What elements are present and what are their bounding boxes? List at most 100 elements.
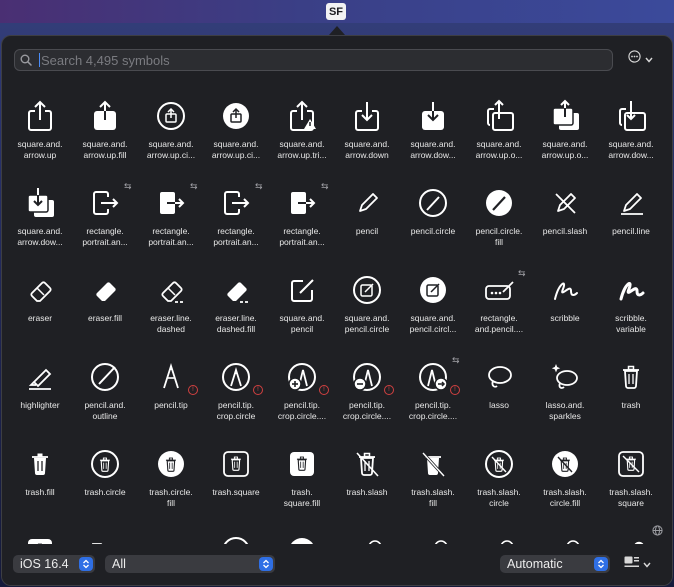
symbol-cell[interactable]: square.and. arrow.up.fill — [72, 92, 138, 172]
folder-circle-fill-icon — [269, 527, 335, 544]
symbol-cell[interactable]: pencil — [334, 179, 400, 259]
search-field[interactable] — [14, 49, 613, 71]
symbol-cell[interactable] — [400, 527, 466, 544]
symbol-cell[interactable]: trash. square.fill — [269, 440, 335, 520]
symbol-label: lasso.and. sparkles — [545, 400, 585, 421]
symbol-cell[interactable]: square.and. arrow.dow... — [7, 179, 73, 259]
more-options-button[interactable] — [622, 49, 658, 69]
symbol-label: square.and. arrow.up.fill — [82, 139, 128, 160]
rendering-mode-select[interactable]: Automatic — [500, 555, 610, 573]
square-and-arrow-down-icon — [334, 92, 400, 138]
symbol-cell[interactable] — [269, 527, 335, 544]
rtl-variant-icon: ⇆ — [255, 181, 263, 191]
symbol-cell[interactable]: trash.slash — [334, 440, 400, 520]
symbol-label: square.and. arrow.up.o... — [475, 139, 523, 160]
rtl-variant-icon: ⇆ — [190, 181, 198, 191]
symbol-cell[interactable] — [138, 527, 204, 544]
symbol-cell[interactable]: square.and. arrow.up.ci... — [138, 92, 204, 172]
symbol-label: square.and. arrow.dow... — [608, 139, 654, 160]
square-and-arrow-down-fill-icon — [400, 92, 466, 138]
symbol-cell[interactable]: pencil.tip! — [138, 353, 204, 433]
trash-circle-fill-icon — [138, 440, 204, 486]
symbol-label: square.and. arrow.up — [17, 139, 63, 160]
symbol-cell[interactable]: trash.slash. circle — [466, 440, 532, 520]
symbol-cell[interactable] — [203, 527, 269, 544]
category-select[interactable]: All — [105, 555, 275, 573]
symbol-cell[interactable]: trash.circle. fill — [138, 440, 204, 520]
symbol-cell[interactable]: trash.slash. square — [598, 440, 664, 520]
symbol-cell[interactable] — [72, 527, 138, 544]
symbol-cell[interactable]: pencil.circle. fill — [466, 179, 532, 259]
symbol-label: pencil.tip. crop.circle.... — [277, 400, 327, 421]
rtl-variant-icon: ⇆ — [124, 181, 132, 191]
folder-fill-badge-minus-icon — [532, 527, 598, 544]
symbol-cell[interactable]: trash.slash. circle.fill — [532, 440, 598, 520]
symbol-cell[interactable] — [334, 527, 400, 544]
symbol-cell[interactable]: trash.circle — [72, 440, 138, 520]
symbol-cell[interactable]: pencil.slash — [532, 179, 598, 259]
symbol-cell[interactable]: square.and. pencil.circle — [334, 266, 400, 346]
symbol-cell[interactable]: square.and. arrow.up — [7, 92, 73, 172]
symbol-cell[interactable] — [7, 527, 73, 544]
symbol-cell[interactable]: trash.slash. fill — [400, 440, 466, 520]
symbol-cell[interactable]: pencil.tip. crop.circle....! — [269, 353, 335, 433]
folder-fill-icon — [138, 527, 204, 544]
symbol-cell[interactable]: lasso — [466, 353, 532, 433]
symbol-cell[interactable]: square.and. arrow.dow... — [598, 92, 664, 172]
trash-icon — [598, 353, 664, 399]
symbol-cell[interactable]: lasso.and. sparkles — [532, 353, 598, 433]
sf-symbols-tray-icon[interactable]: SF — [326, 3, 346, 20]
square-and-pencil-circle-icon — [334, 266, 400, 312]
view-mode-button[interactable] — [624, 555, 658, 573]
symbol-cell[interactable]: square.and. pencil.circl... — [400, 266, 466, 346]
symbol-cell[interactable]: square.and. arrow.down — [334, 92, 400, 172]
symbol-cell[interactable]: square.and. arrow.up.o... — [466, 92, 532, 172]
symbol-cell[interactable]: trash.fill — [7, 440, 73, 520]
symbol-label: pencil.circle — [410, 226, 456, 236]
symbol-cell[interactable]: pencil.tip. crop.circle.... ⇆! — [400, 353, 466, 433]
symbol-cell[interactable] — [532, 527, 598, 544]
search-icon — [15, 50, 37, 70]
square-and-pencil-icon — [269, 266, 335, 312]
symbol-label: trash. square.fill — [283, 487, 321, 508]
sf-symbols-popover: square.and. arrow.up square.and. arrow.up… — [1, 35, 673, 586]
symbol-cell[interactable]: pencil.and. outline — [72, 353, 138, 433]
search-input[interactable] — [41, 52, 581, 68]
trash-slash-icon — [334, 440, 400, 486]
symbol-cell[interactable]: highlighter — [7, 353, 73, 433]
symbol-cell[interactable]: pencil.tip. crop.circle! — [203, 353, 269, 433]
symbol-cell[interactable]: eraser.fill — [72, 266, 138, 346]
symbol-cell[interactable]: pencil.line — [598, 179, 664, 259]
symbol-label: square.and. arrow.up.o... — [541, 139, 589, 160]
symbol-cell[interactable]: scribble. variable — [598, 266, 664, 346]
symbol-cell[interactable]: rectangle. and.pencil.... ⇆ — [466, 266, 532, 346]
pencil-circle-icon — [400, 179, 466, 225]
symbol-cell[interactable]: pencil.tip. crop.circle....! — [334, 353, 400, 433]
trash-slash-circle-fill-icon — [532, 440, 598, 486]
symbol-cell[interactable]: rectangle. portrait.an... ⇆ — [138, 179, 204, 259]
symbol-cell[interactable]: eraser.line. dashed.fill — [203, 266, 269, 346]
square-and-arrow-up-icon — [7, 92, 73, 138]
symbol-cell[interactable]: square.and. arrow.up.o... — [532, 92, 598, 172]
symbol-cell[interactable]: eraser — [7, 266, 73, 346]
symbol-cell[interactable]: pencil.circle — [400, 179, 466, 259]
symbol-cell[interactable] — [466, 527, 532, 544]
symbol-cell[interactable]: square.and. arrow.dow... — [400, 92, 466, 172]
platform-select[interactable]: iOS 16.4 — [13, 555, 95, 573]
trash-slash-square-fill-icon — [7, 527, 73, 544]
symbol-cell[interactable]: square.and. pencil — [269, 266, 335, 346]
symbol-cell[interactable]: rectangle. portrait.an... ⇆ — [269, 179, 335, 259]
trash-square-icon — [203, 440, 269, 486]
symbol-cell[interactable]: rectangle. portrait.an... ⇆ — [72, 179, 138, 259]
symbol-cell[interactable]: eraser.line. dashed — [138, 266, 204, 346]
symbol-cell[interactable]: square.and. arrow.up.ci... — [203, 92, 269, 172]
symbol-label: rectangle. and.pencil.... — [474, 313, 524, 334]
symbol-cell[interactable]: trash — [598, 353, 664, 433]
symbol-cell[interactable]: scribble — [532, 266, 598, 346]
lasso-icon — [466, 353, 532, 399]
symbol-cell[interactable]: trash.square — [203, 440, 269, 520]
symbol-cell[interactable]: square.and. arrow.up.tri... — [269, 92, 335, 172]
symbol-cell[interactable]: rectangle. portrait.an... ⇆ — [203, 179, 269, 259]
symbol-label: pencil.and. outline — [84, 400, 126, 421]
symbol-label: square.and. arrow.dow... — [17, 226, 63, 247]
